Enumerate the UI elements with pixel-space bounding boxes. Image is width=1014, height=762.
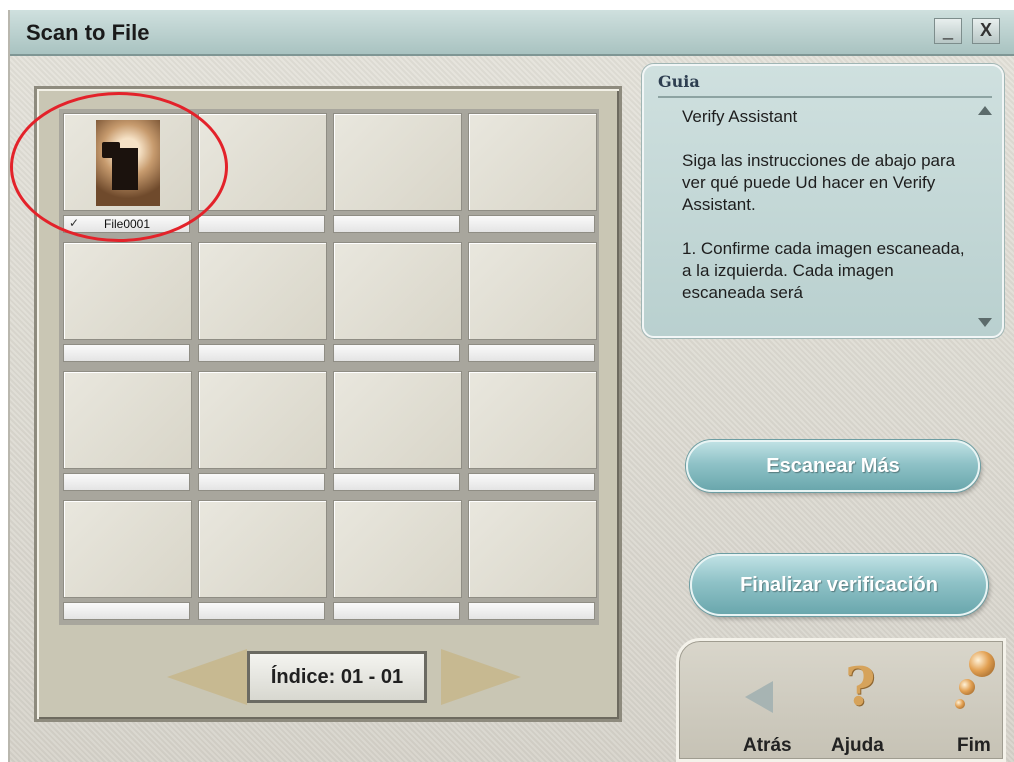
bottom-navigation-panel: ? Atrás Ajuda Fim bbox=[676, 638, 1006, 762]
thumbnail-cell bbox=[466, 498, 597, 626]
empty-thumbnail bbox=[333, 113, 462, 211]
empty-caption bbox=[468, 602, 595, 620]
thumbnail-cell bbox=[331, 498, 462, 626]
empty-thumbnail bbox=[63, 500, 192, 598]
thumbnail-cell bbox=[61, 369, 192, 497]
guide-divider bbox=[658, 96, 992, 98]
empty-thumbnail bbox=[63, 242, 192, 340]
empty-caption bbox=[468, 473, 595, 491]
ball-shape bbox=[959, 679, 975, 695]
empty-thumbnail bbox=[198, 371, 327, 469]
thumbnail-cell bbox=[331, 111, 462, 239]
empty-caption bbox=[198, 344, 325, 362]
help-question-icon[interactable]: ? bbox=[845, 657, 885, 718]
guide-panel: Guia Verify Assistant Siga las instrucci… bbox=[642, 64, 1004, 338]
empty-thumbnail bbox=[198, 242, 327, 340]
guide-title: Guia bbox=[658, 72, 700, 91]
guide-paragraph: 1. Confirme cada imagen escaneada, a la … bbox=[682, 239, 965, 302]
empty-caption bbox=[333, 473, 460, 491]
empty-thumbnail bbox=[198, 500, 327, 598]
empty-caption bbox=[333, 215, 460, 233]
thumbnail-cell bbox=[196, 498, 327, 626]
back-arrow-icon[interactable] bbox=[745, 681, 773, 713]
minimize-button[interactable]: _ bbox=[934, 18, 962, 44]
thumbnail-cell bbox=[61, 498, 192, 626]
empty-caption bbox=[63, 344, 190, 362]
guide-heading: Verify Assistant bbox=[682, 107, 798, 126]
guide-text-area: Verify Assistant Siga las instrucciones … bbox=[682, 106, 972, 330]
guide-paragraph: Siga las instrucciones de abajo para ver… bbox=[682, 151, 956, 214]
next-page-arrow-icon[interactable] bbox=[441, 649, 521, 705]
empty-thumbnail bbox=[333, 371, 462, 469]
title-bar: Scan to File _ X bbox=[10, 10, 1014, 56]
empty-thumbnail bbox=[63, 371, 192, 469]
finish-verification-button[interactable]: Finalizar verificación bbox=[690, 554, 988, 616]
thumbnail-cell bbox=[196, 369, 327, 497]
empty-thumbnail bbox=[468, 242, 597, 340]
empty-caption bbox=[468, 344, 595, 362]
empty-caption bbox=[468, 215, 595, 233]
ball-shape bbox=[969, 651, 995, 677]
close-button[interactable]: X bbox=[972, 18, 1000, 44]
thumbnail-cell bbox=[466, 369, 597, 497]
thumbnail-cell bbox=[331, 369, 462, 497]
empty-thumbnail bbox=[333, 242, 462, 340]
empty-caption bbox=[198, 215, 325, 233]
empty-caption bbox=[63, 602, 190, 620]
scan-more-button[interactable]: Escanear Más bbox=[686, 440, 980, 492]
thumbnail-cell bbox=[61, 240, 192, 368]
empty-caption bbox=[333, 344, 460, 362]
scroll-down-arrow-icon[interactable] bbox=[978, 318, 992, 327]
empty-thumbnail bbox=[468, 500, 597, 598]
thumbnail-cell bbox=[466, 240, 597, 368]
thumbnail-cell bbox=[466, 111, 597, 239]
thumbnail-cell bbox=[196, 240, 327, 368]
empty-thumbnail bbox=[468, 113, 597, 211]
thumbnail-cell bbox=[331, 240, 462, 368]
ball-shape bbox=[955, 699, 965, 709]
empty-caption bbox=[63, 473, 190, 491]
empty-caption bbox=[333, 602, 460, 620]
scroll-up-arrow-icon[interactable] bbox=[978, 106, 992, 115]
previous-page-arrow-icon[interactable] bbox=[167, 649, 247, 705]
back-label[interactable]: Atrás bbox=[743, 735, 792, 757]
empty-thumbnail bbox=[468, 371, 597, 469]
window-title: Scan to File bbox=[26, 20, 150, 45]
empty-thumbnail bbox=[333, 500, 462, 598]
end-balls-icon[interactable] bbox=[955, 651, 995, 711]
end-label[interactable]: Fim bbox=[957, 735, 991, 757]
empty-caption bbox=[198, 473, 325, 491]
annotation-circle bbox=[10, 92, 228, 242]
help-label[interactable]: Ajuda bbox=[831, 735, 884, 757]
page-index-display: Índice: 01 - 01 bbox=[247, 651, 427, 703]
empty-caption bbox=[198, 602, 325, 620]
